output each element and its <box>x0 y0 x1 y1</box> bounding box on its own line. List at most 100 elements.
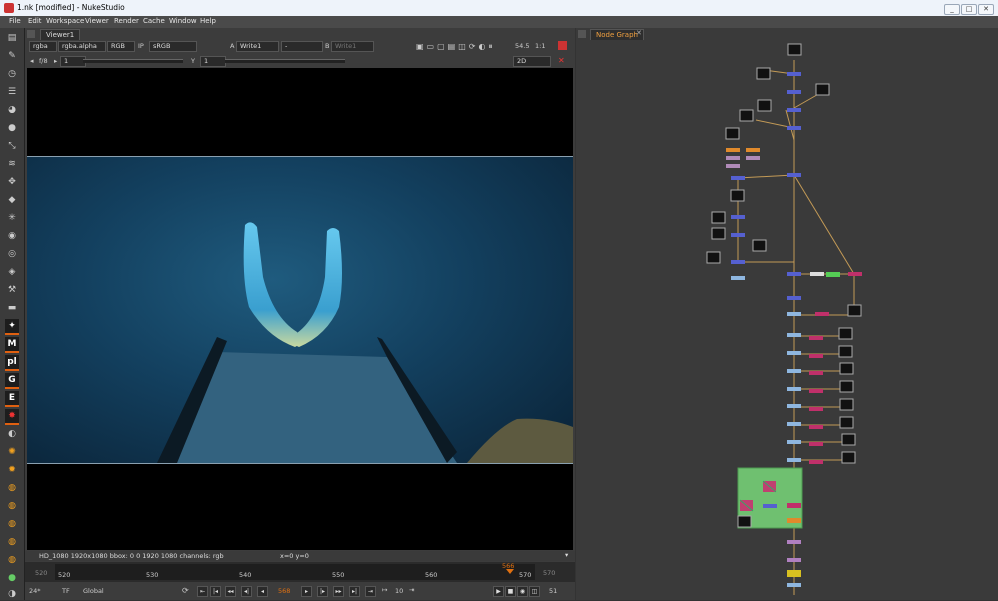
plugin-orange-a-icon[interactable]: ◍ <box>5 481 19 495</box>
menu-workspace[interactable]: Workspace <box>46 17 84 25</box>
menu-render[interactable]: Render <box>114 17 139 25</box>
toolsets-tool-icon[interactable]: ⚒ <box>5 283 19 297</box>
prev-key-button[interactable]: ◂◂ <box>225 586 236 597</box>
end-frame-field[interactable]: 51 <box>549 587 557 595</box>
lock-button[interactable]: ◫ <box>529 586 540 597</box>
input-a-dropdown[interactable]: Write1 <box>236 41 279 52</box>
increment-field[interactable]: 10 <box>395 587 403 595</box>
skip-forward-icon[interactable]: ⇥ <box>409 586 414 594</box>
menu-viewer[interactable]: Viewer <box>85 17 109 25</box>
merge-tool-icon[interactable]: ≋ <box>5 157 19 171</box>
plugin-red-icon[interactable]: ✸ <box>5 409 19 425</box>
menu-edit[interactable]: Edit <box>28 17 42 25</box>
input-b-dropdown[interactable]: Write1 <box>331 41 374 52</box>
gain-slider[interactable] <box>83 59 183 63</box>
skip-icon[interactable]: ↦ <box>382 586 387 594</box>
flipbook-button[interactable]: ▶ <box>493 586 504 597</box>
frame-arrow-icon[interactable]: ▸ <box>54 57 57 65</box>
plugin-last-icon[interactable]: ◑ <box>5 587 19 601</box>
first-frame-button[interactable]: |◂ <box>210 586 221 597</box>
close-button[interactable]: ✕ <box>978 4 994 15</box>
last-frame-button[interactable]: ▸| <box>349 586 360 597</box>
viewer-tool-icons[interactable]: ▣▭▢▤◫⟳◐⏸ <box>416 42 495 52</box>
alpha-channel-dropdown[interactable]: rgba.alpha <box>58 41 106 52</box>
fstop-label[interactable]: f/8 <box>39 57 48 65</box>
timeline-start[interactable]: 520 <box>35 569 47 577</box>
compare-mode-dropdown[interactable]: - <box>281 41 323 52</box>
node-graph-panel[interactable]: Node Graph ✕ <box>576 28 998 600</box>
loop-icon[interactable]: ⟳ <box>182 586 189 595</box>
zoom-value[interactable]: 54.5 <box>515 42 529 50</box>
plugin-pl-icon[interactable]: pl <box>5 355 19 371</box>
ip-toggle[interactable]: IP <box>138 42 144 50</box>
views-tool-icon[interactable]: ◎ <box>5 247 19 261</box>
expand-arrow-icon[interactable]: ▾ <box>565 551 568 559</box>
display-channel-dropdown[interactable]: RGB <box>107 41 135 52</box>
view-mode-dropdown[interactable]: 2D <box>513 56 551 67</box>
plugin-m-icon[interactable]: M <box>5 337 19 353</box>
plugin-orange-d-icon[interactable]: ◍ <box>5 535 19 549</box>
minimize-button[interactable]: _ <box>944 4 960 15</box>
tab-close-icon[interactable]: ✕ <box>636 29 642 37</box>
plugin-gear-icon[interactable]: ✹ <box>5 463 19 477</box>
zoom-ratio[interactable]: 1:1 <box>535 42 545 50</box>
node-graph-canvas[interactable] <box>576 40 998 600</box>
playhead-marker[interactable] <box>506 569 514 574</box>
fstop-arrow-icon[interactable]: ◂ <box>30 57 34 65</box>
channel-tool-icon[interactable]: ☰ <box>5 85 19 99</box>
plugin-a-icon[interactable]: ✦ <box>5 319 19 335</box>
time-tool-icon[interactable]: ◷ <box>5 67 19 81</box>
plugin-g-icon[interactable]: G <box>5 373 19 389</box>
step-start-button[interactable]: ⇤ <box>197 586 208 597</box>
timeline-track[interactable] <box>55 564 535 580</box>
lut-dropdown[interactable]: sRGB <box>149 41 197 52</box>
gamma-slider[interactable] <box>225 59 345 63</box>
plugin-orange-e-icon[interactable]: ◍ <box>5 553 19 567</box>
plugin-gray-icon[interactable]: ◐ <box>5 427 19 441</box>
clear-icon[interactable]: ✕ <box>558 56 567 65</box>
plugin-green-icon[interactable]: ● <box>5 571 19 585</box>
scope-dropdown[interactable]: Global <box>83 587 104 595</box>
draw-tool-icon[interactable]: ✎ <box>5 49 19 63</box>
current-frame-field[interactable]: 568 <box>278 587 290 595</box>
menu-window[interactable]: Window <box>169 17 197 25</box>
tab-viewer1[interactable]: Viewer1 <box>40 29 81 40</box>
menu-cache[interactable]: Cache <box>143 17 165 25</box>
next-key-button[interactable]: ▸▸ <box>333 586 344 597</box>
menu-help[interactable]: Help <box>200 17 216 25</box>
deep-tool-icon[interactable]: ◉ <box>5 229 19 243</box>
plugin-flame-icon[interactable]: ✺ <box>5 445 19 459</box>
menu-file[interactable]: File <box>9 17 21 25</box>
viewer-options-icon[interactable] <box>558 41 567 50</box>
channels-dropdown[interactable]: rgba <box>29 41 57 52</box>
stop-button[interactable]: ■ <box>505 586 516 597</box>
keyer-tool-icon[interactable]: ⤡ <box>5 139 19 153</box>
3d-tool-icon[interactable]: ◆ <box>5 193 19 207</box>
maximize-button[interactable]: □ <box>961 4 977 15</box>
tick-570: 570 <box>519 571 532 579</box>
particles-tool-icon[interactable]: ✳ <box>5 211 19 225</box>
transform-tool-icon[interactable]: ✥ <box>5 175 19 189</box>
viewer-canvas[interactable] <box>27 68 573 550</box>
fps-field[interactable]: 24* <box>29 587 41 595</box>
color-tool-icon[interactable]: ◕ <box>5 103 19 117</box>
next-frame-button[interactable]: |▸ <box>317 586 328 597</box>
tf-dropdown[interactable]: TF <box>62 587 70 595</box>
render-button[interactable]: ◉ <box>517 586 528 597</box>
step-end-button[interactable]: ⇥ <box>365 586 376 597</box>
plugin-orange-b-icon[interactable]: ◍ <box>5 499 19 513</box>
other-tool-icon[interactable]: ▬ <box>5 301 19 315</box>
metadata-tool-icon[interactable]: ◈ <box>5 265 19 279</box>
filter-tool-icon[interactable]: ● <box>5 121 19 135</box>
plugin-orange-c-icon[interactable]: ◍ <box>5 517 19 531</box>
gamma-field[interactable]: 1 <box>200 56 226 67</box>
timeline-end[interactable]: 570 <box>543 569 555 577</box>
plugin-e-icon[interactable]: E <box>5 391 19 407</box>
image-tool-icon[interactable]: ▤ <box>5 31 19 45</box>
timeline[interactable]: 520 520 530 540 550 560 570 566 570 <box>25 562 575 582</box>
prev-frame-button[interactable]: ◂| <box>241 586 252 597</box>
node-graph-menu-icon[interactable] <box>578 30 586 38</box>
play-reverse-button[interactable]: ◂ <box>257 586 268 597</box>
play-forward-button[interactable]: ▸ <box>301 586 312 597</box>
panel-menu-icon[interactable] <box>27 30 35 38</box>
